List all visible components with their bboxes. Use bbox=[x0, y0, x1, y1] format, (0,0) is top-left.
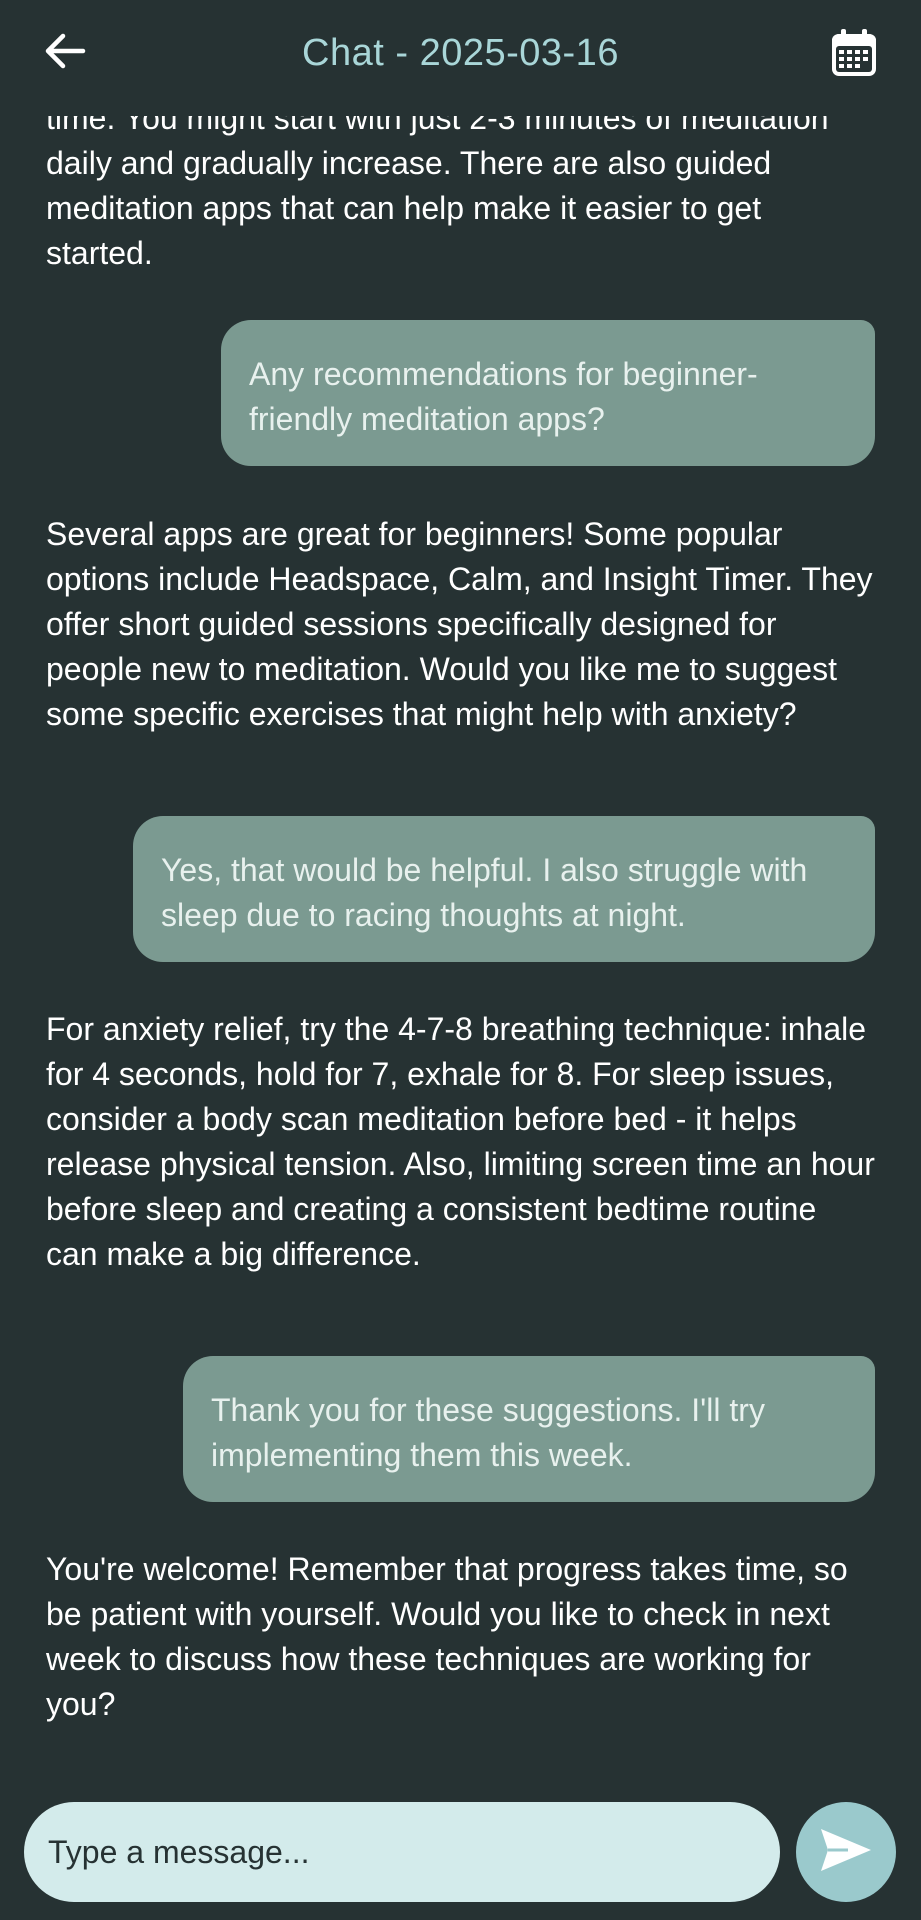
calendar-button[interactable] bbox=[827, 28, 881, 82]
assistant-message: time. You might start with just 2-3 minu… bbox=[46, 100, 829, 271]
calendar-icon bbox=[829, 27, 879, 84]
app-header: Chat - 2025-03-16 bbox=[0, 0, 921, 116]
user-message: Thank you for these suggestions. I'll tr… bbox=[183, 1356, 875, 1502]
assistant-message: You're welcome! Remember that progress t… bbox=[46, 1551, 848, 1722]
message-composer bbox=[0, 1790, 921, 1920]
send-button[interactable] bbox=[796, 1802, 896, 1902]
user-message: Any recommendations for beginner-friendl… bbox=[221, 320, 875, 466]
message-list[interactable]: time. You might start with just 2-3 minu… bbox=[0, 0, 921, 1790]
assistant-message: For anxiety relief, try the 4-7-8 breath… bbox=[46, 1011, 875, 1272]
message-input[interactable] bbox=[24, 1802, 780, 1902]
send-icon bbox=[818, 1825, 874, 1880]
user-message: Yes, that would be helpful. I also strug… bbox=[133, 816, 875, 962]
assistant-message: Several apps are great for beginners! So… bbox=[46, 516, 873, 732]
page-title: Chat - 2025-03-16 bbox=[302, 32, 619, 74]
